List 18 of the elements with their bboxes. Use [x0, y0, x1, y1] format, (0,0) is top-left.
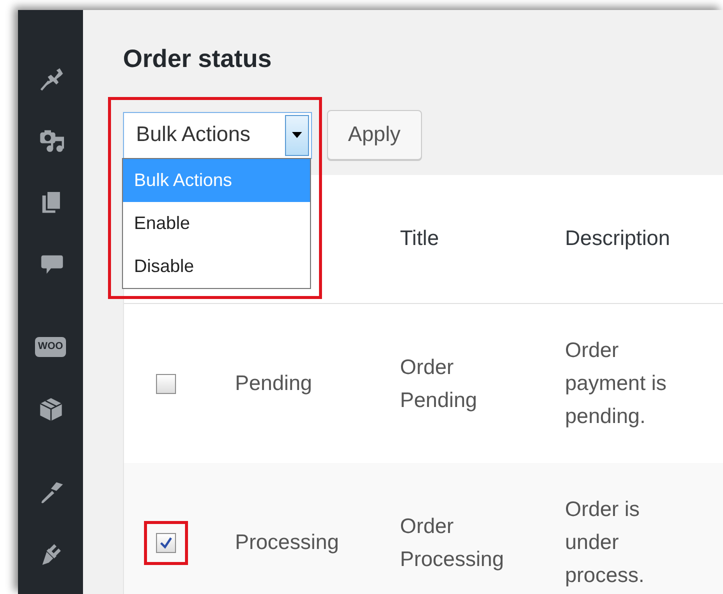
woo-icon[interactable]: WOO [35, 337, 66, 357]
dropdown-option[interactable]: Disable [123, 244, 310, 288]
box-icon[interactable] [38, 396, 64, 422]
status-title: Order Pending [400, 354, 478, 414]
page-title: Order status [123, 44, 273, 74]
status-name: Pending [235, 371, 314, 397]
column-header: Description [565, 227, 670, 251]
status-name: Processing [235, 530, 340, 556]
bulk-actions-select[interactable]: Bulk Actions [123, 112, 312, 158]
row-checkbox[interactable] [156, 532, 176, 552]
row-checkbox[interactable] [156, 374, 176, 394]
status-title: Order Processing [400, 514, 505, 572]
status-description: Order payment is pending. [565, 338, 668, 430]
apply-button[interactable]: Apply [327, 110, 422, 160]
column-header: Title [400, 227, 439, 251]
caret-icon [292, 132, 302, 138]
status-description: Order is under process. [565, 497, 646, 589]
dropdown-option[interactable]: Enable [123, 202, 310, 244]
